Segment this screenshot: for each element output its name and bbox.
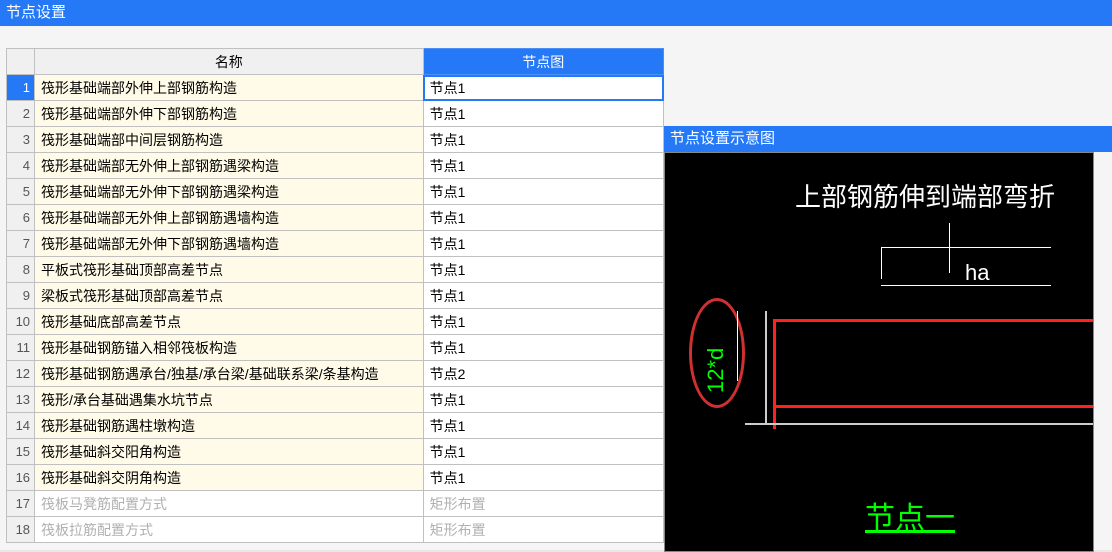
rebar-bottom bbox=[773, 405, 1093, 408]
row-name[interactable]: 筏形基础斜交阴角构造 bbox=[35, 465, 424, 491]
row-name[interactable]: 筏形基础钢筋锚入相邻筏板构造 bbox=[35, 335, 424, 361]
row-number[interactable]: 2 bbox=[7, 101, 35, 127]
preview-title: 节点设置示意图 bbox=[664, 126, 1112, 152]
diagram-heading: 上部钢筋伸到端部弯折 bbox=[795, 177, 1055, 214]
cad-diagram[interactable]: 上部钢筋伸到端部弯折 ha 12*d 节点一 bbox=[664, 152, 1094, 552]
row-number[interactable]: 9 bbox=[7, 283, 35, 309]
table-row[interactable]: 10筏形基础底部高差节点节点1 bbox=[7, 309, 664, 335]
table-panel: 名称 节点图 1筏形基础端部外伸上部钢筋构造节点12筏形基础端部外伸下部钢筋构造… bbox=[0, 26, 664, 550]
node-label: 节点一 bbox=[865, 493, 955, 537]
row-node[interactable]: 节点1 bbox=[423, 387, 663, 413]
table-row[interactable]: 18筏板拉筋配置方式矩形布置 bbox=[7, 517, 664, 543]
row-name[interactable]: 梁板式筏形基础顶部高差节点 bbox=[35, 283, 424, 309]
row-node[interactable]: 矩形布置 bbox=[423, 517, 663, 543]
row-node[interactable]: 节点1 bbox=[423, 257, 663, 283]
table-row[interactable]: 14筏形基础钢筋遇柱墩构造节点1 bbox=[7, 413, 664, 439]
content-area: 名称 节点图 1筏形基础端部外伸上部钢筋构造节点12筏形基础端部外伸下部钢筋构造… bbox=[0, 26, 1112, 550]
table-row[interactable]: 8平板式筏形基础顶部高差节点节点1 bbox=[7, 257, 664, 283]
row-name[interactable]: 筏形基础斜交阳角构造 bbox=[35, 439, 424, 465]
table-row[interactable]: 17筏板马凳筋配置方式矩形布置 bbox=[7, 491, 664, 517]
row-node[interactable]: 节点1 bbox=[423, 153, 663, 179]
row-name[interactable]: 筏板马凳筋配置方式 bbox=[35, 491, 424, 517]
table-row[interactable]: 5筏形基础端部无外伸下部钢筋遇梁构造节点1 bbox=[7, 179, 664, 205]
row-name[interactable]: 筏形/承台基础遇集水坑节点 bbox=[35, 387, 424, 413]
row-name[interactable]: 筏形基础端部外伸上部钢筋构造 bbox=[35, 75, 424, 101]
col-header-node[interactable]: 节点图 bbox=[423, 49, 663, 75]
col-header-num bbox=[7, 49, 35, 75]
row-name[interactable]: 筏形基础端部外伸下部钢筋构造 bbox=[35, 101, 424, 127]
table-row[interactable]: 9梁板式筏形基础顶部高差节点节点1 bbox=[7, 283, 664, 309]
dim-line-top bbox=[881, 247, 1051, 248]
row-node[interactable]: 节点1 bbox=[423, 283, 663, 309]
table-row[interactable]: 16筏形基础斜交阴角构造节点1 bbox=[7, 465, 664, 491]
slab-edge-vertical bbox=[765, 311, 767, 423]
row-number[interactable]: 8 bbox=[7, 257, 35, 283]
row-number[interactable]: 14 bbox=[7, 413, 35, 439]
row-node[interactable]: 节点1 bbox=[423, 101, 663, 127]
row-node[interactable]: 节点1 bbox=[423, 465, 663, 491]
preview-panel: 节点设置示意图 上部钢筋伸到端部弯折 ha 12*d 节点一 bbox=[664, 26, 1112, 550]
dim-tick-2 bbox=[949, 223, 950, 273]
row-node[interactable]: 节点1 bbox=[423, 75, 663, 101]
row-number[interactable]: 4 bbox=[7, 153, 35, 179]
row-name[interactable]: 筏形基础底部高差节点 bbox=[35, 309, 424, 335]
row-node[interactable]: 矩形布置 bbox=[423, 491, 663, 517]
ha-label: ha bbox=[965, 260, 989, 286]
row-node[interactable]: 节点1 bbox=[423, 309, 663, 335]
row-node[interactable]: 节点1 bbox=[423, 439, 663, 465]
row-number[interactable]: 13 bbox=[7, 387, 35, 413]
row-name[interactable]: 平板式筏形基础顶部高差节点 bbox=[35, 257, 424, 283]
table-row[interactable]: 11筏形基础钢筋锚入相邻筏板构造节点1 bbox=[7, 335, 664, 361]
row-number[interactable]: 18 bbox=[7, 517, 35, 543]
table-row[interactable]: 2筏形基础端部外伸下部钢筋构造节点1 bbox=[7, 101, 664, 127]
table-row[interactable]: 12筏形基础钢筋遇承台/独基/承台梁/基础联系梁/条基构造节点2 bbox=[7, 361, 664, 387]
row-node[interactable]: 节点1 bbox=[423, 231, 663, 257]
row-name[interactable]: 筏形基础端部无外伸下部钢筋遇梁构造 bbox=[35, 179, 424, 205]
row-number[interactable]: 11 bbox=[7, 335, 35, 361]
row-name[interactable]: 筏形基础钢筋遇承台/独基/承台梁/基础联系梁/条基构造 bbox=[35, 361, 424, 387]
row-number[interactable]: 16 bbox=[7, 465, 35, 491]
row-number[interactable]: 7 bbox=[7, 231, 35, 257]
row-node[interactable]: 节点1 bbox=[423, 205, 663, 231]
table-row[interactable]: 4筏形基础端部无外伸上部钢筋遇梁构造节点1 bbox=[7, 153, 664, 179]
dim-line-bottom bbox=[881, 285, 1051, 286]
window-title: 节点设置 bbox=[0, 0, 1112, 26]
slab-edge-horizontal bbox=[745, 423, 1094, 425]
row-node[interactable]: 节点1 bbox=[423, 179, 663, 205]
dim-arrow-vertical bbox=[737, 311, 738, 381]
node-table: 名称 节点图 1筏形基础端部外伸上部钢筋构造节点12筏形基础端部外伸下部钢筋构造… bbox=[6, 48, 664, 543]
row-name[interactable]: 筏形基础钢筋遇柱墩构造 bbox=[35, 413, 424, 439]
row-name[interactable]: 筏形基础端部无外伸上部钢筋遇墙构造 bbox=[35, 205, 424, 231]
row-number[interactable]: 10 bbox=[7, 309, 35, 335]
col-header-name[interactable]: 名称 bbox=[35, 49, 424, 75]
dim-12d: 12*d bbox=[703, 348, 729, 393]
row-number[interactable]: 17 bbox=[7, 491, 35, 517]
row-name[interactable]: 筏形基础端部中间层钢筋构造 bbox=[35, 127, 424, 153]
row-name[interactable]: 筏形基础端部无外伸下部钢筋遇墙构造 bbox=[35, 231, 424, 257]
table-row[interactable]: 3筏形基础端部中间层钢筋构造节点1 bbox=[7, 127, 664, 153]
row-node[interactable]: 节点1 bbox=[423, 413, 663, 439]
row-node[interactable]: 节点2 bbox=[423, 361, 663, 387]
table-row[interactable]: 6筏形基础端部无外伸上部钢筋遇墙构造节点1 bbox=[7, 205, 664, 231]
table-row[interactable]: 7筏形基础端部无外伸下部钢筋遇墙构造节点1 bbox=[7, 231, 664, 257]
row-name[interactable]: 筏板拉筋配置方式 bbox=[35, 517, 424, 543]
rebar-top bbox=[773, 319, 1093, 429]
table-row[interactable]: 1筏形基础端部外伸上部钢筋构造节点1 bbox=[7, 75, 664, 101]
row-number[interactable]: 3 bbox=[7, 127, 35, 153]
table-row[interactable]: 13筏形/承台基础遇集水坑节点节点1 bbox=[7, 387, 664, 413]
row-number[interactable]: 5 bbox=[7, 179, 35, 205]
row-name[interactable]: 筏形基础端部无外伸上部钢筋遇梁构造 bbox=[35, 153, 424, 179]
row-number[interactable]: 15 bbox=[7, 439, 35, 465]
row-number[interactable]: 12 bbox=[7, 361, 35, 387]
row-node[interactable]: 节点1 bbox=[423, 127, 663, 153]
row-number[interactable]: 1 bbox=[7, 75, 35, 101]
table-row[interactable]: 15筏形基础斜交阳角构造节点1 bbox=[7, 439, 664, 465]
row-node[interactable]: 节点1 bbox=[423, 335, 663, 361]
dim-tick-1 bbox=[881, 247, 882, 279]
row-number[interactable]: 6 bbox=[7, 205, 35, 231]
